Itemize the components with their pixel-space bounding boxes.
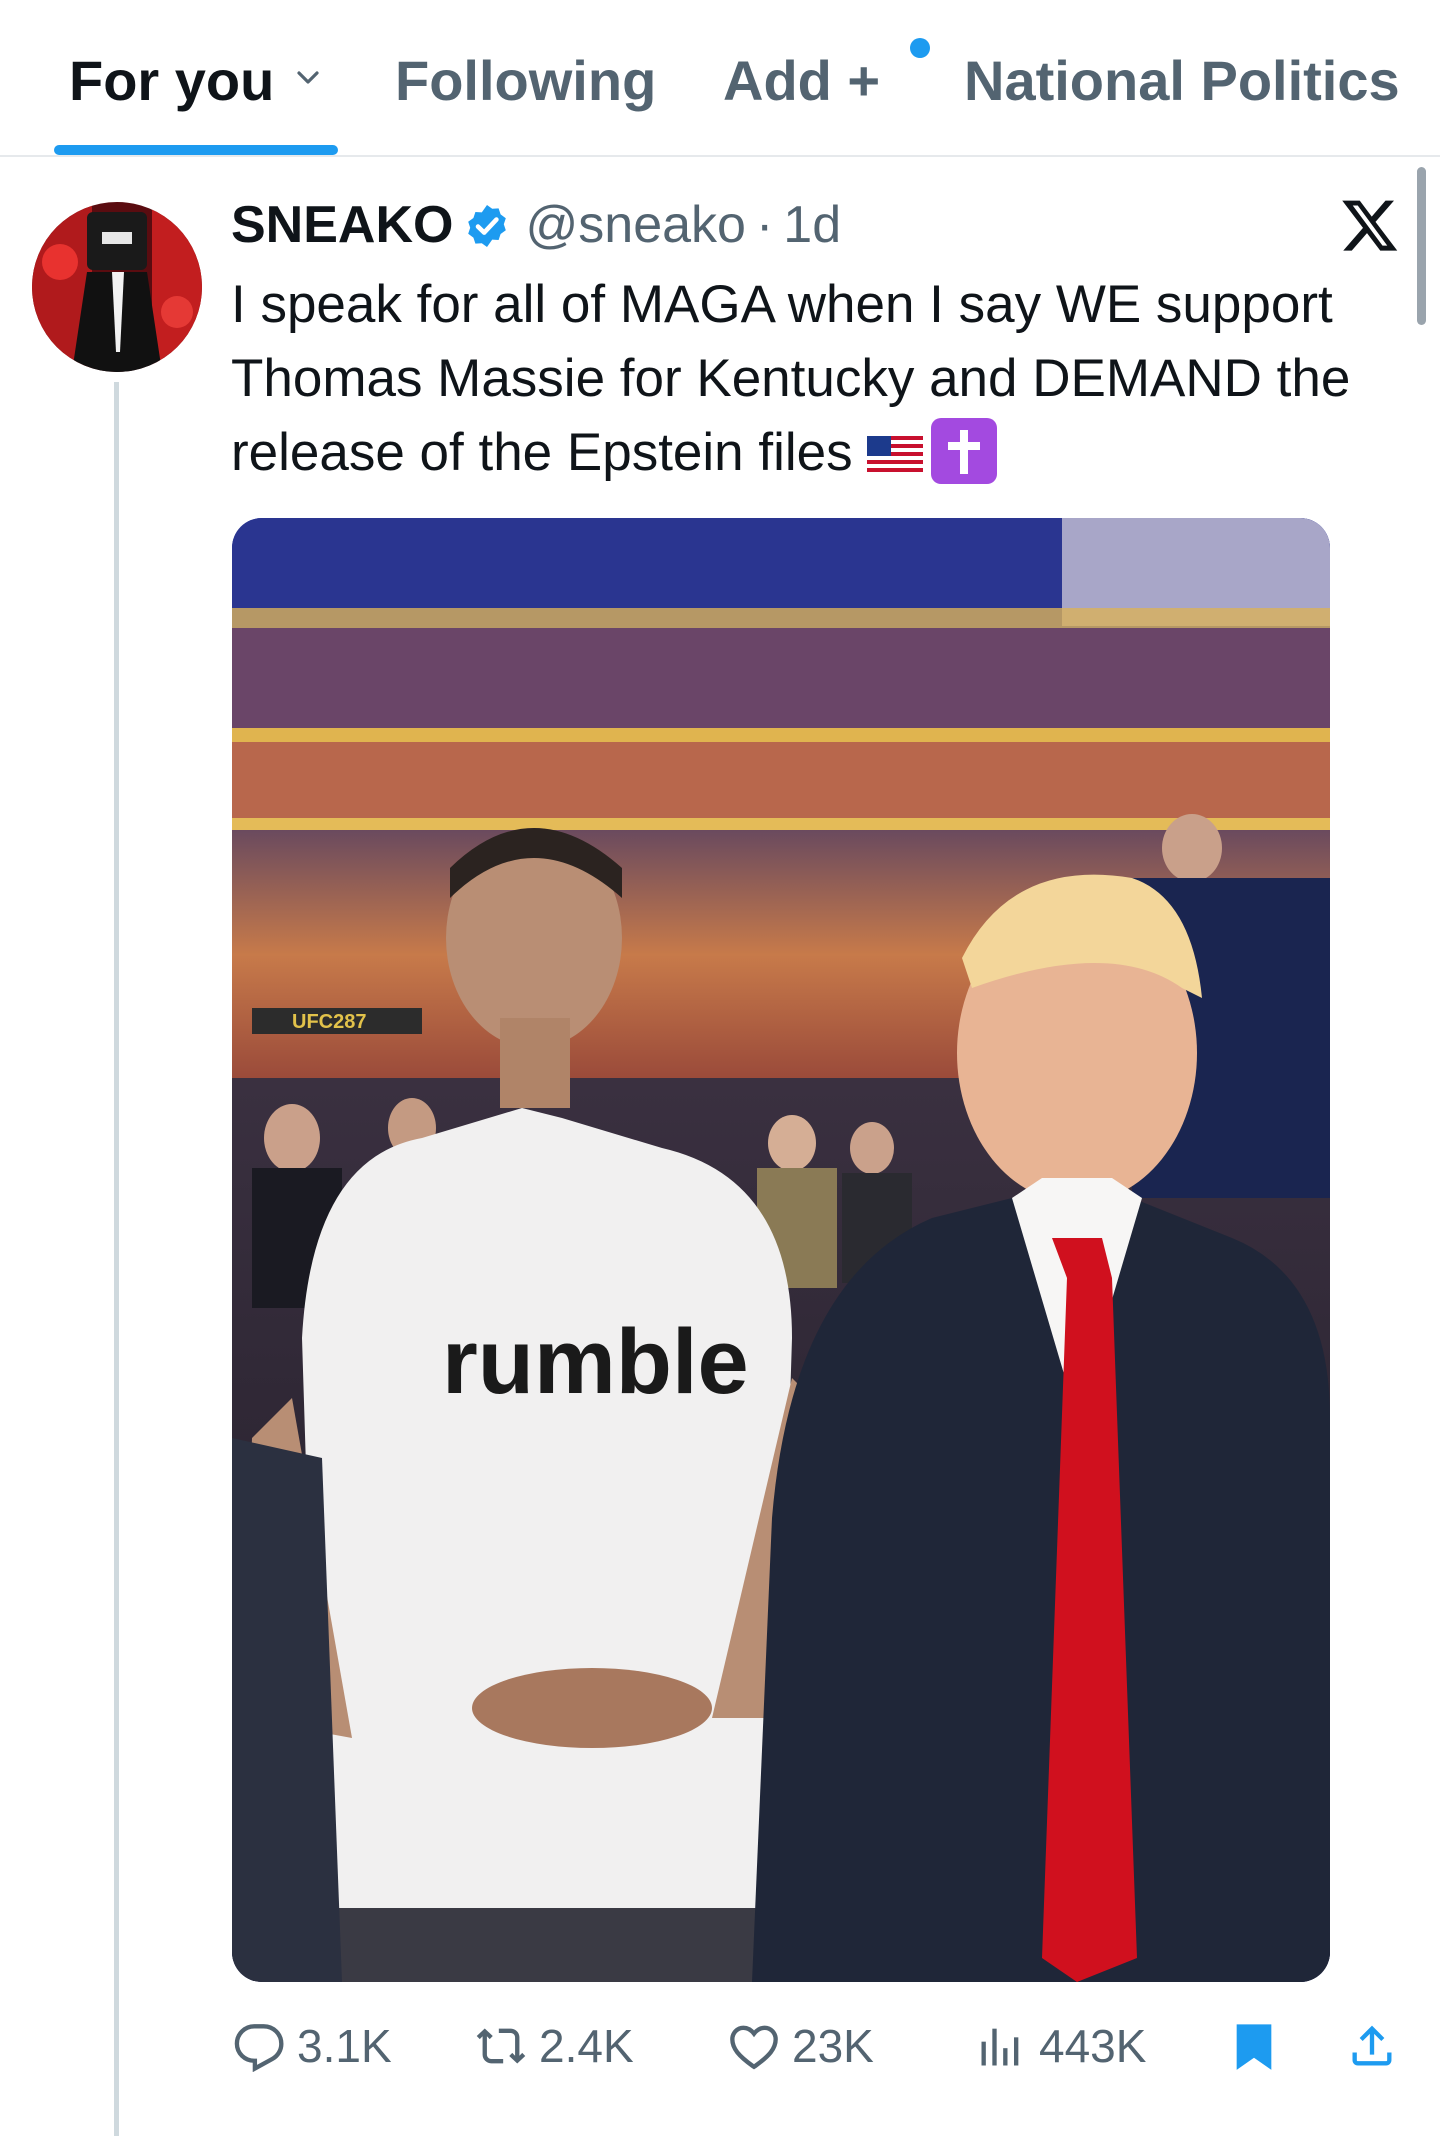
tab-add[interactable]: Add + bbox=[723, 48, 880, 113]
tab-for-you[interactable]: For you bbox=[69, 48, 274, 113]
handle[interactable]: @sneako bbox=[525, 196, 745, 254]
views-button[interactable]: 443K bbox=[975, 2016, 1146, 2076]
avatar[interactable] bbox=[32, 202, 202, 372]
tab-following-label: Following bbox=[395, 49, 657, 112]
active-tab-indicator bbox=[54, 145, 338, 155]
tab-national-politics[interactable]: National Politics bbox=[964, 48, 1400, 113]
like-icon bbox=[730, 2025, 778, 2070]
tweet-text: I speak for all of MAGA when I say WE su… bbox=[231, 268, 1421, 490]
views-count: 443K bbox=[1039, 2020, 1147, 2072]
repost-icon bbox=[476, 2028, 526, 2064]
tab-for-you-label: For you bbox=[69, 49, 275, 112]
us-flag-emoji-icon bbox=[866, 436, 923, 474]
bookmark-icon bbox=[1236, 2024, 1272, 2070]
bookmark-button[interactable] bbox=[1228, 2016, 1292, 2076]
x-logo-icon[interactable] bbox=[1340, 195, 1400, 255]
tweet-body: I speak for all of MAGA when I say WE su… bbox=[231, 275, 1351, 482]
verified-badge-icon[interactable] bbox=[463, 202, 511, 250]
tweet-actions: 3.1K 2.4K 23K 443K bbox=[0, 2012, 1440, 2082]
tab-add-label: Add + bbox=[723, 49, 881, 112]
like-button[interactable]: 23K bbox=[728, 2016, 874, 2076]
like-count: 23K bbox=[792, 2020, 874, 2072]
new-indicator-dot bbox=[910, 38, 930, 58]
views-icon bbox=[981, 2028, 1019, 2066]
reply-count: 3.1K bbox=[297, 2020, 392, 2072]
reply-icon bbox=[234, 2024, 284, 2072]
tweet-header: SNEAKO @sneako · 1d bbox=[231, 195, 841, 261]
shirt-logo-text: rumble bbox=[442, 1311, 749, 1413]
chevron-down-icon[interactable] bbox=[297, 66, 319, 88]
timeline-tab-bar: For you Following Add + National Politic… bbox=[0, 0, 1440, 157]
ufc-sign-text: UFC287 bbox=[292, 1011, 366, 1033]
tweet-photo[interactable]: UFC287 rumble bbox=[232, 518, 1330, 1982]
thread-line bbox=[114, 382, 119, 2136]
tab-following[interactable]: Following bbox=[395, 48, 656, 113]
separator-dot: · bbox=[755, 196, 774, 254]
repost-button[interactable]: 2.4K bbox=[475, 2016, 634, 2076]
latin-cross-emoji-icon bbox=[930, 418, 997, 484]
share-icon bbox=[1352, 2025, 1392, 2066]
share-button[interactable] bbox=[1346, 2016, 1410, 2076]
timestamp[interactable]: 1d bbox=[783, 196, 841, 254]
tab-national-politics-label: National Politics bbox=[964, 49, 1400, 112]
repost-count: 2.4K bbox=[539, 2020, 634, 2072]
reply-button[interactable]: 3.1K bbox=[233, 2016, 392, 2076]
display-name[interactable]: SNEAKO bbox=[231, 196, 453, 254]
